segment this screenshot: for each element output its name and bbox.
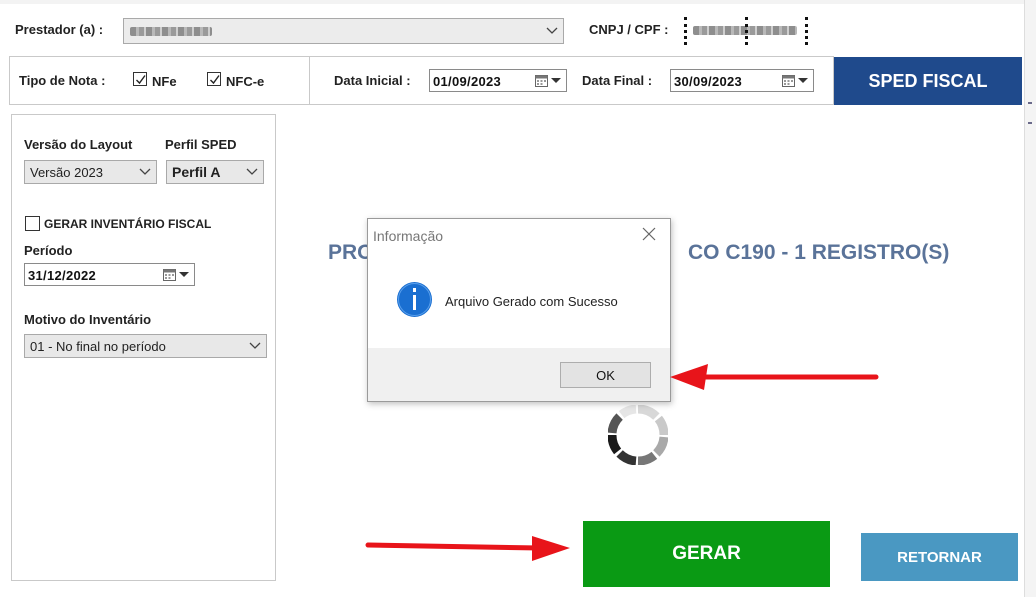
data-inicial-label: Data Inicial : (334, 73, 411, 88)
dialog-message: Arquivo Gerado com Sucesso (445, 294, 618, 309)
calendar-icon[interactable] (163, 268, 176, 281)
chevron-down-icon (139, 168, 151, 175)
nfe-checkbox[interactable] (133, 72, 147, 86)
window-right-edge (1024, 0, 1036, 597)
checkmark-icon (136, 75, 146, 85)
arrow-to-gerar-icon (365, 536, 570, 561)
nfe-label: NFe (152, 74, 177, 89)
motivo-inventario-value: 01 - No final no período (30, 339, 166, 354)
motivo-inventario-label: Motivo do Inventário (24, 312, 152, 327)
sped-fiscal-button[interactable]: SPED FISCAL (834, 57, 1022, 105)
cnpj-field[interactable] (684, 17, 808, 45)
loading-spinner-icon (608, 405, 668, 465)
date-dropdown-icon[interactable] (179, 272, 189, 277)
date-dropdown-icon[interactable] (798, 78, 808, 83)
checkmark-icon (210, 75, 220, 85)
dialog-title: Informação (373, 228, 444, 244)
window-top-strip (0, 0, 1036, 4)
prestador-label: Prestador (a) : (15, 22, 104, 37)
gerar-inventario-label: GERAR INVENTÁRIO FISCAL (44, 217, 212, 231)
gerar-inventario-checkbox[interactable] (25, 216, 40, 231)
processing-status-text-right: CO C190 - 1 REGISTRO(S) (688, 241, 950, 264)
perfil-sped-select[interactable]: Perfil A (166, 160, 264, 184)
cnpj-label: CNPJ / CPF : (589, 22, 669, 37)
chevron-down-icon (249, 342, 261, 349)
chevron-down-icon (546, 27, 558, 34)
data-final-label: Data Final : (582, 73, 653, 88)
nfce-checkbox[interactable] (207, 72, 221, 86)
data-inicial-picker[interactable]: 01/09/2023 (429, 69, 567, 92)
close-icon[interactable] (642, 227, 656, 241)
arrow-to-ok-icon (670, 364, 879, 390)
perfil-sped-label: Perfil SPED (165, 137, 237, 152)
data-inicial-value: 01/09/2023 (433, 74, 502, 89)
prestador-select[interactable] (123, 18, 564, 44)
calendar-icon[interactable] (782, 74, 795, 87)
info-dialog: Informação Arquivo Gerado com Sucesso OK (367, 218, 671, 402)
nfce-label: NFC-e (226, 74, 265, 89)
gerar-button[interactable]: GERAR (583, 521, 830, 587)
periodo-label: Período (24, 243, 73, 258)
cnpj-separator (745, 17, 748, 45)
date-dropdown-icon[interactable] (551, 78, 561, 83)
dialog-footer: OK (368, 348, 670, 401)
info-icon (397, 282, 432, 317)
tipo-nota-label: Tipo de Nota : (19, 73, 106, 88)
prestador-value-redacted (130, 27, 212, 36)
chevron-down-icon (246, 168, 258, 175)
ok-button[interactable]: OK (560, 362, 651, 388)
data-final-value: 30/09/2023 (674, 74, 743, 89)
versao-layout-value: Versão 2023 (30, 165, 104, 180)
versao-layout-label: Versão do Layout (24, 137, 133, 152)
periodo-value: 31/12/2022 (28, 268, 97, 283)
data-final-picker[interactable]: 30/09/2023 (670, 69, 814, 92)
periodo-picker[interactable]: 31/12/2022 (24, 263, 195, 286)
calendar-icon[interactable] (535, 74, 548, 87)
retornar-button[interactable]: RETORNAR (861, 533, 1018, 581)
versao-layout-select[interactable]: Versão 2023 (24, 160, 157, 184)
motivo-inventario-select[interactable]: 01 - No final no período (24, 334, 267, 358)
perfil-sped-value: Perfil A (172, 164, 221, 180)
